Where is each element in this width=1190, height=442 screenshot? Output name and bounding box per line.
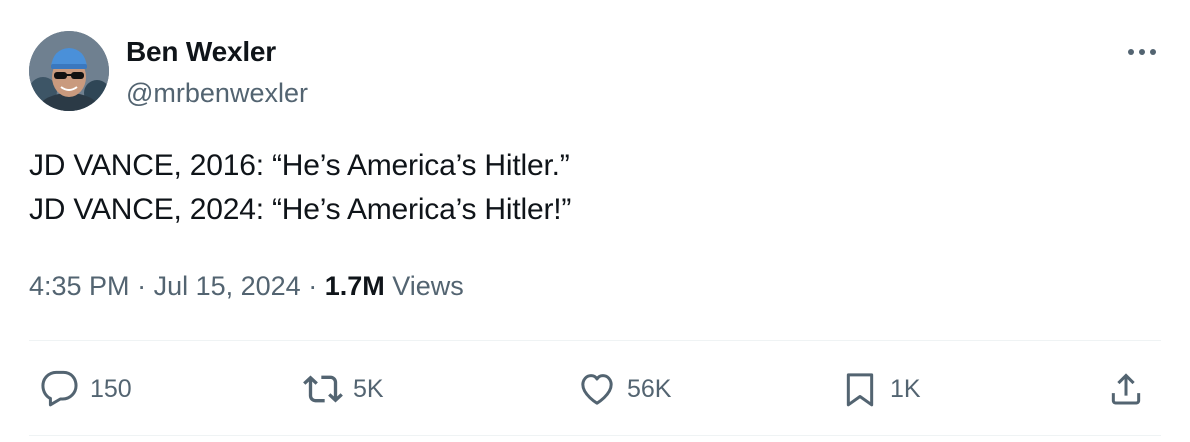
tweet-time[interactable]: 4:35 PM (29, 271, 130, 301)
repost-button[interactable]: 5K (303, 367, 384, 411)
share-button[interactable] (1106, 367, 1146, 411)
bookmark-icon (846, 373, 874, 407)
repost-icon (303, 375, 343, 403)
heart-icon (581, 374, 613, 405)
avatar[interactable] (29, 31, 109, 111)
meta-separator: · (300, 271, 325, 301)
author-display-name[interactable]: Ben Wexler (126, 36, 276, 68)
tweet-text: JD VANCE, 2016: “He’s America’s Hitler.”… (29, 144, 571, 232)
views-label: Views (384, 271, 464, 301)
views-count[interactable]: 1.7M (325, 271, 385, 301)
share-icon (1111, 373, 1141, 405)
tweet-meta: 4:35 PM · Jul 15, 2024 · 1.7M Views (29, 271, 464, 302)
like-count: 56K (627, 374, 672, 403)
author-handle[interactable]: @mrbenwexler (126, 78, 308, 109)
tweet-date[interactable]: Jul 15, 2024 (154, 271, 301, 301)
reply-count: 150 (90, 374, 132, 403)
tweet-text-line: JD VANCE, 2016: “He’s America’s Hitler.” (29, 149, 570, 182)
repost-count: 5K (353, 374, 384, 403)
reply-button[interactable]: 150 (40, 367, 132, 411)
tweet-card: Ben Wexler @mrbenwexler JD VANCE, 2016: … (0, 0, 1190, 442)
tweet-text-line: JD VANCE, 2024: “He’s America’s Hitler!” (29, 193, 572, 226)
bookmark-count: 1K (890, 374, 921, 403)
more-horizontal-icon (1128, 49, 1156, 55)
reply-icon (41, 370, 78, 407)
divider (29, 340, 1161, 341)
more-options-button[interactable] (1124, 38, 1160, 66)
divider (29, 435, 1161, 436)
avatar-image (29, 31, 109, 111)
like-button[interactable]: 56K (577, 367, 671, 411)
bookmark-button[interactable]: 1K (840, 367, 921, 411)
meta-separator: · (129, 271, 154, 301)
